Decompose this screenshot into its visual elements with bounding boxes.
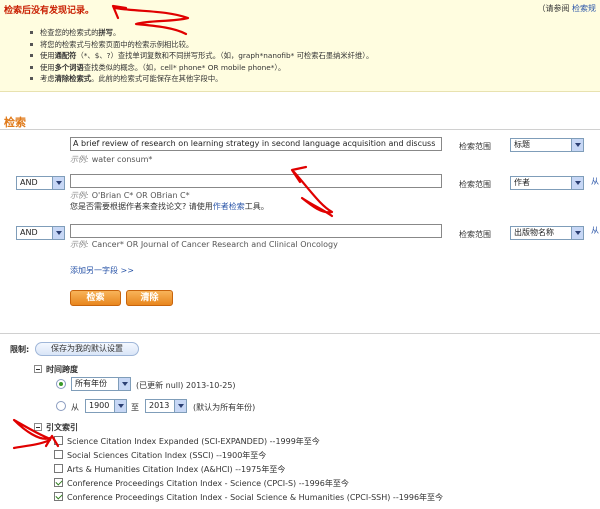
no-results-alert: 检索后没有发现记录。 （请参阅 检索规 检查您的检索式的拼写。 将您的检索式与检… (0, 0, 600, 92)
checkbox-label: Arts & Humanities Citation Index (A&HCI)… (67, 465, 286, 474)
chevron-down-icon (118, 378, 130, 390)
checkbox-cpci-s[interactable] (54, 478, 63, 487)
tip-item: 考虑清除检索式。此前的检索式可能保存在其他字段中。 (30, 73, 373, 85)
tip-item: 使用通配符（*、$、?）查找单词复数和不同拼写形式。（如，graph*nanof… (30, 50, 373, 62)
section-divider (0, 333, 600, 334)
author-search-hint: 您是否需要根据作者来查找论文? 请使用作者检索工具。 (70, 202, 269, 211)
radio-year-range[interactable] (56, 401, 66, 411)
author-search-link[interactable]: 作者检索 (213, 202, 245, 211)
checkbox-label: Social Sciences Citation Index (SSCI) --… (67, 451, 267, 460)
chevron-down-icon (571, 139, 583, 151)
default-years-note: (默认为所有年份) (193, 403, 256, 412)
update-note: (已更新 null) 2013-10-25) (136, 381, 236, 390)
alert-title: 检索后没有发现记录。 (4, 6, 95, 16)
checkbox-ssci[interactable] (54, 450, 63, 459)
example-author: 示例: O'Brian C* OR OBrian C* (70, 191, 190, 200)
section-divider (0, 129, 600, 130)
tips-list: 检查您的检索式的拼写。 将您的检索式与检索页面中的检索示例相比较。 使用通配符（… (30, 27, 373, 85)
field-select-publication[interactable]: 出版物名称 (510, 226, 584, 240)
citation-index-title: 引文索引 (46, 423, 78, 432)
chevron-down-icon (571, 177, 583, 189)
checkbox-label: Conference Proceedings Citation Index - … (67, 479, 349, 488)
example-title: 示例: water consum* (70, 155, 153, 164)
search-rules-link[interactable]: 检索规 (572, 4, 596, 13)
alert-help: （请参阅 检索规 (537, 3, 596, 14)
from-label: 从 (71, 403, 79, 412)
field-select-author[interactable]: 作者 (510, 176, 584, 190)
year-range-select[interactable]: 所有年份 (71, 377, 131, 391)
chevron-down-icon (52, 227, 64, 239)
operator-select-2[interactable]: AND (16, 226, 65, 240)
limits-label: 限制: (10, 345, 30, 354)
alert-help-prefix: （请参阅 (537, 4, 570, 13)
chevron-down-icon (174, 400, 186, 412)
search-input-publication[interactable] (70, 224, 442, 238)
tip-item: 检查您的检索式的拼写。 (30, 27, 373, 39)
search-input-author[interactable] (70, 174, 442, 188)
tip-item: 使用多个词语查找类似的概念。（如，cell* phone* OR mobile … (30, 62, 373, 74)
publication-list-link[interactable]: 从 (591, 225, 599, 236)
radio-all-years[interactable] (56, 379, 66, 389)
to-year-select[interactable]: 2013 (145, 399, 187, 413)
checkbox-ahci[interactable] (54, 464, 63, 473)
to-label: 至 (131, 403, 139, 412)
checkbox-label: Science Citation Index Expanded (SCI-EXP… (67, 437, 320, 446)
clear-button[interactable]: 清除 (126, 290, 173, 306)
author-index-link[interactable]: 从 (591, 176, 599, 187)
checkbox-cpci-ssh[interactable] (54, 492, 63, 501)
save-default-button[interactable]: 保存为我的默认设置 (35, 342, 139, 356)
chevron-down-icon (52, 177, 64, 189)
scope-label: 检索范围 (459, 230, 491, 239)
chevron-down-icon (114, 400, 126, 412)
scope-label: 检索范围 (459, 180, 491, 189)
collapse-timespan-icon[interactable] (34, 365, 42, 373)
search-input-title[interactable]: A brief review of research on learning s… (70, 137, 442, 151)
tip-item: 将您的检索式与检索页面中的检索示例相比较。 (30, 39, 373, 51)
timespan-title: 时间跨度 (46, 365, 78, 374)
scope-label: 检索范围 (459, 142, 491, 151)
example-publication: 示例: Cancer* OR Journal of Cancer Research… (70, 240, 338, 249)
from-year-select[interactable]: 1900 (85, 399, 127, 413)
operator-select-1[interactable]: AND (16, 176, 65, 190)
checkbox-sci-expanded[interactable] (54, 436, 63, 445)
search-section-title: 检索 (4, 116, 26, 129)
add-field-link[interactable]: 添加另一字段 >> (70, 265, 134, 276)
search-button[interactable]: 检索 (70, 290, 121, 306)
chevron-down-icon (571, 227, 583, 239)
checkbox-label: Conference Proceedings Citation Index - … (67, 493, 444, 502)
collapse-citation-index-icon[interactable] (34, 423, 42, 431)
field-select-title[interactable]: 标题 (510, 138, 584, 152)
